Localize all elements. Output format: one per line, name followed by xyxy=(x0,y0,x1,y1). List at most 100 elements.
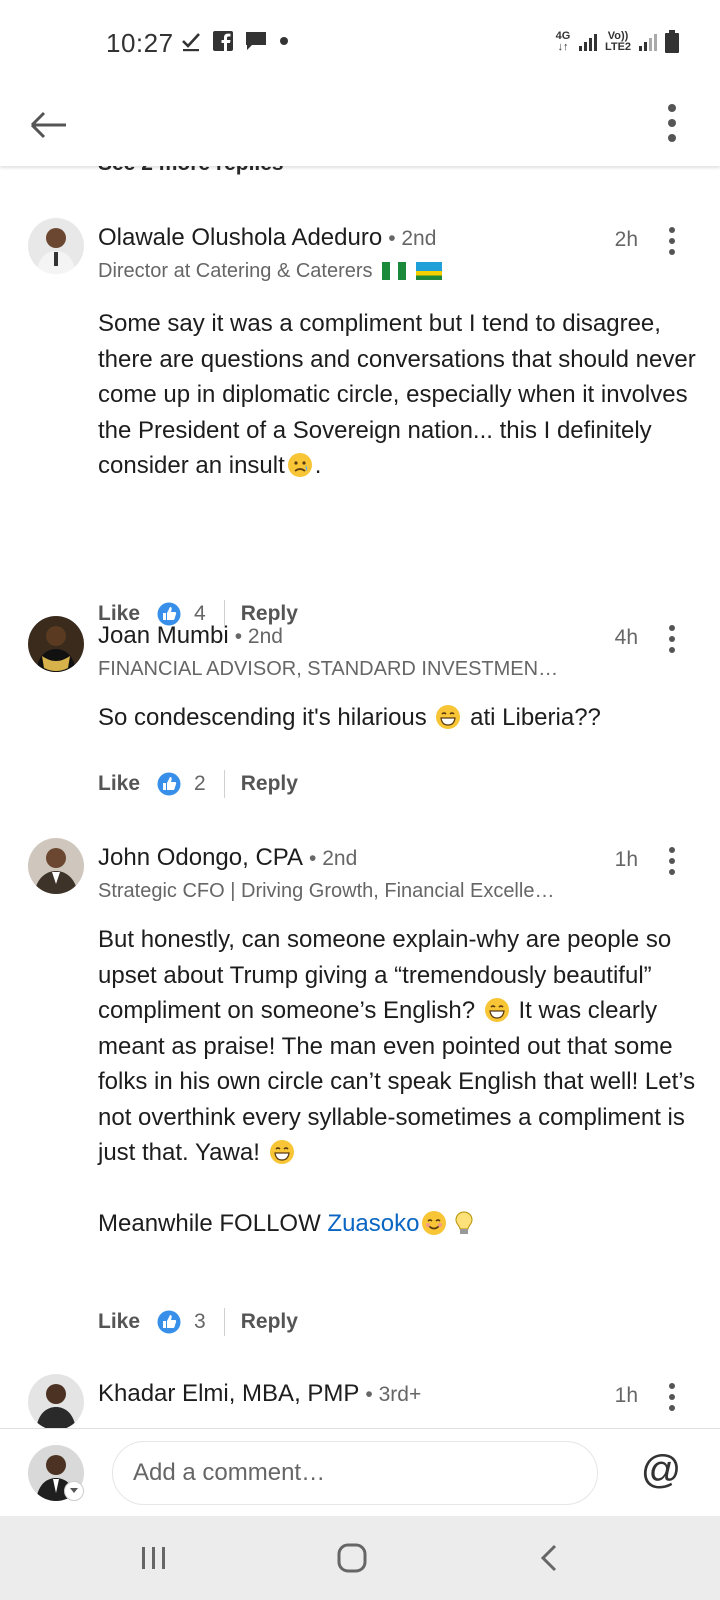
author-name[interactable]: Joan Mumbi xyxy=(98,622,229,650)
comment-time: 1h xyxy=(614,1384,638,1407)
comment-options-button[interactable] xyxy=(664,1380,680,1414)
comment-header: John Odongo, CPA • 2nd xyxy=(98,844,357,872)
more-vertical-icon xyxy=(669,847,675,875)
more-options-button[interactable] xyxy=(662,100,682,146)
back-button[interactable] xyxy=(26,102,72,148)
nigeria-flag-icon xyxy=(382,262,407,280)
chevron-down-icon xyxy=(70,1488,78,1493)
back-nav-button[interactable] xyxy=(530,1538,570,1578)
like-button[interactable]: Like xyxy=(98,772,140,796)
back-nav-icon xyxy=(540,1544,557,1572)
author-name[interactable]: John Odongo, CPA xyxy=(98,844,303,872)
crying-face-emoji-icon xyxy=(287,453,312,477)
avatar[interactable] xyxy=(28,616,84,672)
grinning-sweat-emoji-icon xyxy=(269,1140,294,1164)
comment-paragraph: So condescending it's hilarious ati Libe… xyxy=(98,700,698,736)
dot-icon xyxy=(280,37,288,45)
comment-text: Some say it was a compliment but I tend … xyxy=(98,310,696,479)
author-headline: FINANCIAL ADVISOR, STANDARD INVESTMENT B… xyxy=(98,658,560,680)
reactions-summary[interactable]: 2 xyxy=(156,771,206,797)
more-vertical-icon xyxy=(669,625,675,653)
reaction-count: 3 xyxy=(194,1310,206,1333)
connection-degree: • 3rd+ xyxy=(365,1383,422,1406)
comment-body: So condescending it's hilarious ati Libe… xyxy=(98,700,698,736)
avatar-image xyxy=(28,1374,84,1428)
author-headline: Director at Catering & Caterers xyxy=(98,260,658,283)
comment-body: But honestly, can someone explain-why ar… xyxy=(98,922,698,1242)
comment-actions: Like 2 Reply xyxy=(98,770,298,798)
see-more-replies-link[interactable]: See 2 more replies xyxy=(98,166,284,176)
avatar[interactable] xyxy=(28,838,84,894)
arrow-left-icon xyxy=(30,111,66,139)
reply-button[interactable]: Reply xyxy=(241,772,298,796)
avatar-image xyxy=(28,838,84,894)
comment-input[interactable] xyxy=(112,1441,598,1505)
comment-paragraph: Meanwhile FOLLOW Zuasoko xyxy=(98,1206,698,1242)
grinning-sweat-emoji-icon xyxy=(484,998,509,1022)
comment-actions: Like 3 Reply xyxy=(98,1308,298,1336)
comment-header: Joan Mumbi • 2nd xyxy=(98,622,283,650)
recent-apps-button[interactable] xyxy=(134,1538,174,1578)
reply-button[interactable]: Reply xyxy=(241,1310,298,1334)
comment-options-button[interactable] xyxy=(664,224,680,258)
status-time: 10:27 xyxy=(106,28,174,58)
notification-icons xyxy=(180,30,290,52)
smiling-blush-emoji-icon xyxy=(422,1211,447,1235)
more-vertical-icon xyxy=(668,104,676,142)
reaction-count: 2 xyxy=(194,772,206,795)
mention-button[interactable]: @ xyxy=(638,1447,684,1493)
system-icons: 4G ↓↑ Vo)) LTE2 xyxy=(554,30,680,54)
comment-time: 2h xyxy=(614,228,638,251)
grinning-sweat-emoji-icon xyxy=(436,705,461,729)
comment-text-suffix: . xyxy=(314,452,322,479)
author-name[interactable]: Khadar Elmi, MBA, PMP xyxy=(98,1380,359,1408)
reactions-summary[interactable]: 3 xyxy=(156,1309,206,1335)
mention-link[interactable]: Zuasoko xyxy=(327,1210,419,1237)
signal-icon-2 xyxy=(639,34,657,51)
comment-time: 1h xyxy=(614,848,638,871)
home-icon xyxy=(337,1543,367,1573)
check-icon xyxy=(182,33,200,52)
comment-text-2: ati Liberia?? xyxy=(470,704,601,731)
identity-switch-button[interactable] xyxy=(64,1481,84,1501)
data-arrows: ↓↑ xyxy=(557,41,569,53)
action-divider xyxy=(223,770,225,798)
comment-body: Some say it was a compliment but I tend … xyxy=(98,306,698,484)
connection-degree: • 2nd xyxy=(388,227,437,250)
comment-paragraph: But honestly, can someone explain-why ar… xyxy=(98,922,698,1171)
more-vertical-icon xyxy=(669,1383,675,1411)
author-headline: Strategic CFO | Driving Growth, Financia… xyxy=(98,880,564,902)
rwanda-flag-icon xyxy=(415,262,442,280)
author-name[interactable]: Olawale Olushola Adeduro xyxy=(98,224,382,252)
connection-degree: • 2nd xyxy=(309,847,358,870)
comment-paragraph: Some say it was a compliment but I tend … xyxy=(98,306,698,484)
comment-options-button[interactable] xyxy=(664,844,680,878)
avatar-image xyxy=(28,218,84,274)
volte-icon: Vo)) LTE2 xyxy=(604,31,632,53)
like-reaction-icon xyxy=(156,1309,182,1335)
4g-data-icon: 4G ↓↑ xyxy=(554,31,572,53)
more-vertical-icon xyxy=(669,227,675,255)
like-button[interactable]: Like xyxy=(98,1310,140,1334)
comment-header: Khadar Elmi, MBA, PMP • 3rd+ xyxy=(98,1380,421,1408)
headline-text: Director at Catering & Caterers xyxy=(98,260,373,282)
comment-header: Olawale Olushola Adeduro • 2nd xyxy=(98,224,436,252)
facebook-icon xyxy=(213,31,233,51)
lte-label: LTE2 xyxy=(604,41,632,53)
battery-icon xyxy=(665,30,679,53)
avatar[interactable] xyxy=(28,1374,84,1428)
app-bar xyxy=(0,88,720,166)
action-divider xyxy=(223,1308,225,1336)
system-nav-bar xyxy=(0,1516,720,1600)
comment-text-3: Meanwhile FOLLOW xyxy=(98,1210,328,1237)
avatar-image xyxy=(28,616,84,672)
signal-icon xyxy=(579,34,597,51)
chat-icon xyxy=(246,32,266,50)
home-button[interactable] xyxy=(332,1538,372,1578)
comment-text: So condescending it's hilarious xyxy=(98,704,427,731)
comments-list[interactable]: See 2 more replies Olawale Olushola Aded… xyxy=(0,166,720,1428)
comment-options-button[interactable] xyxy=(664,622,680,656)
comment-composer: @ xyxy=(0,1428,720,1516)
like-reaction-icon xyxy=(156,771,182,797)
avatar[interactable] xyxy=(28,218,84,274)
